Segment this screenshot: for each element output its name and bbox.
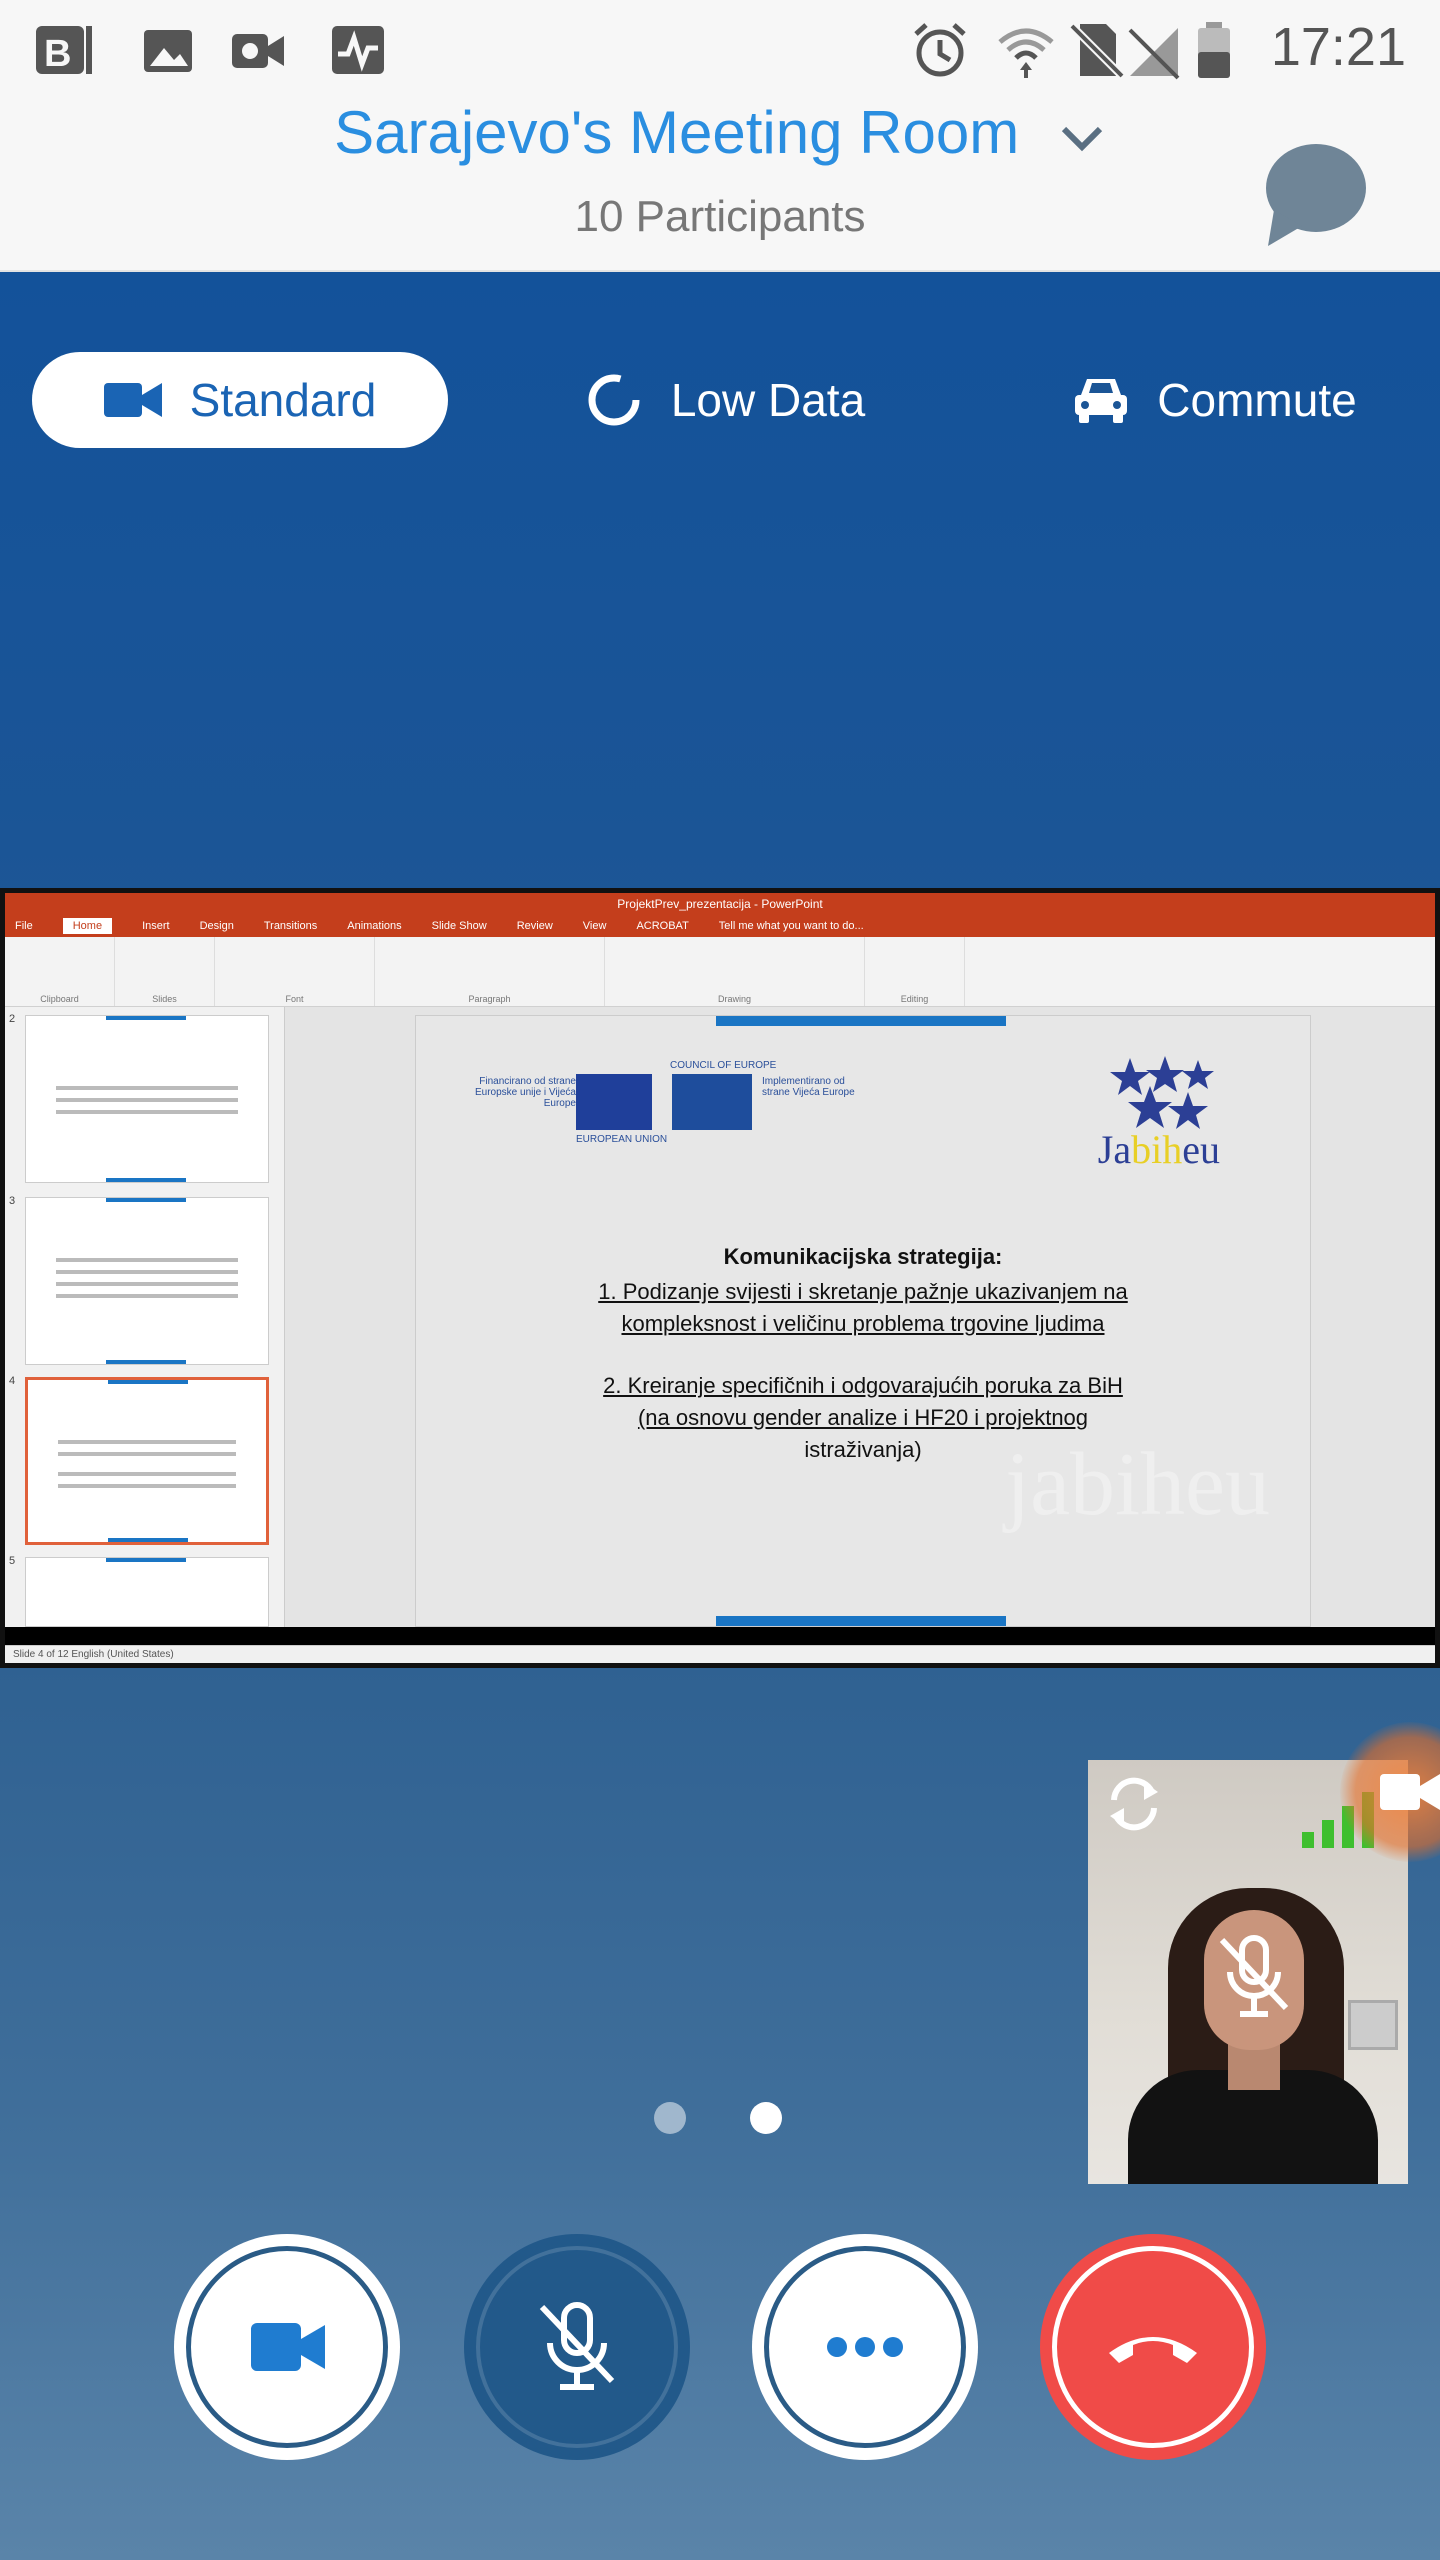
more-icon: [827, 2337, 903, 2357]
eu-flag-logo: [576, 1074, 652, 1130]
ribbon-group-slides: Slides: [115, 937, 215, 1006]
b-notification-icon: B: [36, 26, 92, 75]
rotate-camera-icon[interactable]: [1100, 1770, 1168, 1838]
ppt-window-title: ProjektPrev_prezentacija - PowerPoint: [617, 897, 823, 911]
mode-commute-button[interactable]: Commute: [1050, 352, 1380, 448]
mode-standard-button[interactable]: Standard: [32, 352, 448, 448]
mode-selector: Standard Low Data Commute: [0, 352, 1440, 448]
coe-label: COUNCIL OF EUROPE: [670, 1060, 777, 1071]
muted-mic-icon: [1219, 1935, 1289, 2017]
hang-up-button[interactable]: [1040, 2234, 1266, 2460]
mic-off-icon: [539, 2302, 615, 2390]
thumb-number: 2: [9, 1013, 16, 1025]
wall-frame: [1348, 2000, 1398, 2050]
thumb-number: 5: [9, 1555, 16, 1567]
mode-standard-label: Standard: [189, 374, 377, 426]
activity-icon: [332, 26, 384, 74]
funding-text-right: Implementirano od strane Vijeća Europe: [762, 1076, 855, 1098]
ppt-tab: Design: [199, 920, 234, 932]
chevron-down-icon: [1061, 127, 1103, 152]
mode-commute-label: Commute: [1157, 374, 1357, 426]
wifi-icon: [998, 28, 1054, 78]
slide-point-2-line-1: 2. Kreiranje specifičnih i odgovarajućih…: [603, 1373, 1123, 1398]
slide-content: Komunikacijska strategija: 1. Podizanje …: [476, 1244, 1250, 1466]
hang-up-icon: [1109, 2337, 1197, 2363]
ppt-ribbon: Clipboard Slides Font Paragraph Drawing …: [5, 937, 1435, 1007]
chat-icon[interactable]: [1258, 140, 1370, 252]
ppt-tab: Transitions: [263, 920, 318, 932]
ppt-tell-me: Tell me what you want to do...: [718, 920, 864, 932]
ppt-ribbon-tabs: File Home Insert Design Transitions Anim…: [5, 915, 1435, 937]
slide-thumbnail[interactable]: [25, 1015, 269, 1183]
sim-off-icon: [1069, 23, 1125, 79]
ppt-tab: File: [15, 920, 33, 932]
slide-thumbnail[interactable]: [25, 1197, 269, 1365]
camera-icon: [1380, 1774, 1440, 1810]
jabiheu-logo: Jabiheu: [1097, 1127, 1220, 1172]
slide-thumbnail-selected[interactable]: [25, 1377, 269, 1545]
mute-button[interactable]: [464, 2234, 690, 2460]
meeting-stage: Standard Low Data Commute ProjektPrev_pr…: [0, 272, 1440, 2560]
signal-off-icon: [1128, 28, 1180, 80]
page-dot-2-active[interactable]: [750, 2102, 782, 2134]
mode-low-data-button[interactable]: Low Data: [570, 352, 880, 448]
thumb-number: 4: [9, 1375, 16, 1387]
ribbon-group-clipboard: Clipboard: [5, 937, 115, 1006]
ppt-workspace: 2 3 4 5 Financirano od strane Europske u…: [5, 1007, 1435, 1627]
slide-point-2-line-2: (na osnovu gender analize i HF20 i proje…: [637, 1405, 1089, 1430]
low-data-icon: [588, 374, 640, 426]
ppt-tab: View: [582, 920, 607, 932]
slide-thumbnails: 2 3 4 5: [5, 1007, 285, 1627]
ppt-tab: Review: [516, 920, 553, 932]
ribbon-group-editing: Editing: [865, 937, 965, 1006]
video-camera-icon: [251, 2323, 325, 2371]
car-icon: [1075, 379, 1128, 423]
slide-point-2-line-3: istraživanja): [804, 1437, 922, 1462]
participant-count[interactable]: 10 Participants: [0, 192, 1440, 242]
slide-heading: Komunikacijska strategija:: [723, 1244, 1003, 1269]
ribbon-group-font: Font: [215, 937, 375, 1006]
funding-text-left: Financirano od strane Europske unije i V…: [475, 1076, 576, 1109]
page-dot-1[interactable]: [654, 2102, 686, 2134]
slide-point-1-line-2: kompleksnost i veličinu problema trgovin…: [621, 1311, 1105, 1336]
image-icon: [144, 30, 192, 72]
status-bar: B 17:21: [0, 0, 1440, 96]
clock: 17:21: [1270, 17, 1406, 77]
thumb-number: 3: [9, 1195, 16, 1207]
current-slide: Financirano od strane Europske unije i V…: [415, 1015, 1311, 1627]
ppt-title-bar: ProjektPrev_prezentacija - PowerPoint: [5, 893, 1435, 915]
room-title-dropdown[interactable]: Sarajevo's Meeting Room: [0, 98, 1440, 167]
ribbon-group-drawing: Drawing: [605, 937, 865, 1006]
svg-text:B: B: [44, 33, 71, 75]
room-title: Sarajevo's Meeting Room: [334, 99, 1020, 166]
meeting-header: Sarajevo's Meeting Room 10 Participants: [0, 96, 1440, 272]
coe-logo: [672, 1074, 752, 1130]
shared-screen[interactable]: ProjektPrev_prezentacija - PowerPoint Fi…: [0, 888, 1440, 1668]
video-toggle-button[interactable]: [174, 2234, 400, 2460]
alarm-icon: [914, 23, 966, 77]
mode-low-data-label: Low Data: [670, 374, 866, 426]
ppt-tab: ACROBAT: [636, 920, 689, 932]
video-camera-icon: [103, 383, 162, 417]
slide-point-1-line-1: 1. Podizanje svijesti i skretanje pažnje…: [598, 1279, 1128, 1304]
video-icon: [232, 34, 284, 68]
ppt-tab: Slide Show: [431, 920, 487, 932]
ppt-tab-active: Home: [62, 918, 113, 934]
eu-label: EUROPEAN UNION: [576, 1134, 668, 1145]
battery-icon: [1198, 22, 1230, 78]
ppt-status-bar: Slide 4 of 12 English (United States): [5, 1645, 1435, 1663]
stars-logo-icon: [1110, 1056, 1214, 1129]
ppt-tab: Insert: [142, 920, 170, 932]
more-options-button[interactable]: [752, 2234, 978, 2460]
ppt-tab: Animations: [347, 920, 402, 932]
ribbon-group-paragraph: Paragraph: [375, 937, 605, 1006]
slide-thumbnail[interactable]: [25, 1557, 269, 1627]
